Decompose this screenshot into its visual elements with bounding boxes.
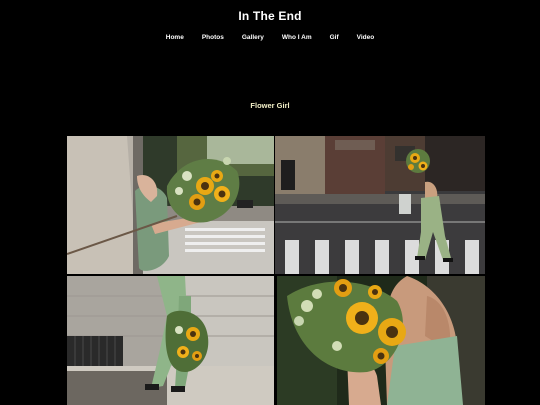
nav-item-gif[interactable]: Gif bbox=[321, 33, 348, 42]
gallery-photo-1[interactable] bbox=[67, 136, 274, 274]
nav-item-video[interactable]: Video bbox=[348, 33, 384, 42]
album-title: Flower Girl bbox=[250, 101, 290, 110]
page: In The End Home Photos Gallery Who I Am … bbox=[0, 0, 540, 405]
nav-item-who-i-am[interactable]: Who I Am bbox=[273, 33, 321, 42]
gallery-photo-3[interactable] bbox=[67, 276, 274, 405]
gallery-photo-2[interactable] bbox=[275, 136, 485, 274]
main-nav: Home Photos Gallery Who I Am Gif Video bbox=[0, 33, 540, 42]
nav-item-gallery[interactable]: Gallery bbox=[233, 33, 273, 42]
site-title[interactable]: In The End bbox=[0, 9, 540, 23]
gallery-photo-4[interactable] bbox=[277, 276, 485, 405]
nav-item-home[interactable]: Home bbox=[157, 33, 193, 42]
nav-item-photos[interactable]: Photos bbox=[193, 33, 233, 42]
photo-gallery bbox=[67, 136, 485, 405]
